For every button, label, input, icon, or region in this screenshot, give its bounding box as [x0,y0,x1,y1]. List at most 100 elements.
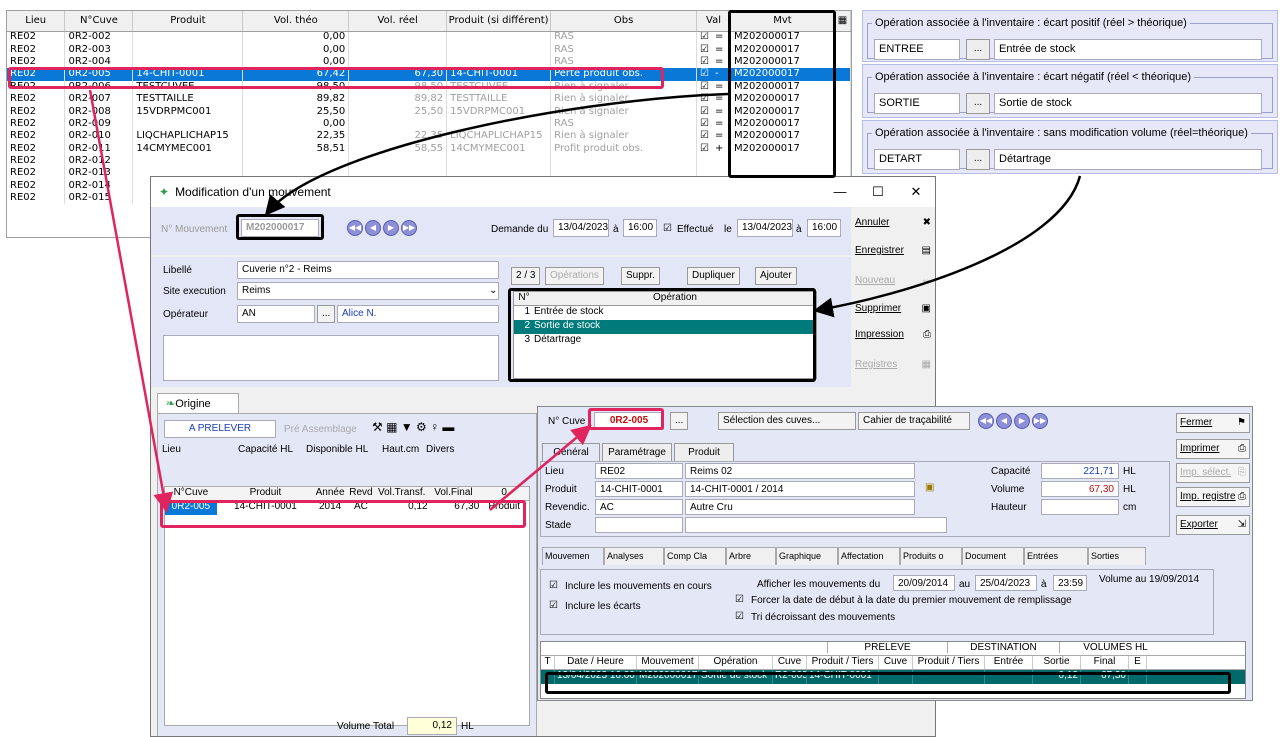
sub-tab-8[interactable]: Entrées [1024,547,1088,565]
op-neutral-code[interactable]: DETART [874,149,960,170]
tool-icons[interactable]: ⚒ ▦ ▼ ⚙ ♀ ▬ [372,420,454,434]
demande-date[interactable]: 13/04/2023 [553,219,609,237]
date-to[interactable]: 25/04/2023 [975,575,1037,591]
table-row[interactable]: RE02 0R2-002 0,00 RAS ☑ = M202000017 [7,31,851,44]
col-header[interactable]: Produit (si différent) [446,11,552,32]
movements-col-header[interactable]: Produit / Tiers [807,656,879,669]
notes-textarea[interactable] [163,335,499,381]
val-checkbox[interactable]: ☑ [700,44,709,55]
movements-col-header[interactable]: Produit / Tiers [913,656,985,669]
origine-grid-header[interactable]: Vol.Transf. [376,487,428,500]
origine-grid[interactable]: N°Cuve Produit Année Revd Vol.Transf. Vol.Fin… [164,486,530,726]
sub-tab-4[interactable]: Graphique [776,547,838,565]
operations-button[interactable]: Opérations [545,267,604,285]
op-negative-code[interactable]: SORTIE [874,93,960,114]
prev-icon[interactable]: ◀ [365,220,381,236]
cuve-side-button-3[interactable]: Imp. registre ⎙ [1176,487,1250,507]
op-positive-browse-button[interactable]: ... [966,39,990,60]
minimize-icon[interactable]: — [821,184,859,200]
side-button-4[interactable]: Impression ⎙ [855,329,931,340]
lieu-field[interactable]: RE02 [595,463,683,479]
table-row[interactable]: RE02 0R2-011 14CMYMEC001 58,51 58,55 14CMYMEC… [7,142,851,155]
ajouter-button[interactable]: Ajouter [755,267,797,285]
last-icon[interactable]: ▶▶ [401,220,417,236]
operation-row[interactable]: 3 Détartrage [514,334,816,348]
side-button-5[interactable]: Registres ▦ [855,359,931,370]
col-header[interactable]: Obs [550,11,698,32]
val-checkbox[interactable]: ☑ [700,130,709,141]
val-checkbox[interactable]: ☑ [700,56,709,67]
libelle-field[interactable]: Cuverie n°2 - Reims [237,261,499,279]
table-row[interactable]: RE02 0R2-010 LIQCHAPLICHAP15 22,35 22,35 LIQC… [7,130,851,143]
operations-list[interactable]: N° Opération 1 Entrée de stock 2 Sortie de s… [513,291,817,379]
movements-col-header[interactable]: Opération [699,656,773,669]
origine-grid-header[interactable]: 0 [479,487,529,500]
sub-tab-5[interactable]: Affectation [838,547,900,565]
operation-row[interactable]: 2 Sortie de stock [514,320,816,334]
cuve-side-button-4[interactable]: Exporter ⇲ [1176,515,1250,535]
table-row[interactable]: RE02 0R2-006 TESTCUVEE 98,50 98,50 TESTCUVEE R… [7,80,851,93]
movements-col-header[interactable]: T [541,656,555,669]
sub-tab-6[interactable]: Produits o [900,547,962,565]
movement-number-field[interactable]: M202000017 [241,219,319,237]
selection-cuves-button[interactable]: Sélection des cuves... [718,412,856,430]
side-button-2[interactable]: Nouveau ⇔ [855,275,931,286]
cuve-side-button-2[interactable]: Imp. sélect. ⎘ [1176,463,1250,483]
site-select[interactable]: Reims [237,282,499,300]
movements-col-header[interactable]: E [1129,656,1147,669]
val-checkbox[interactable]: ☑ [700,143,709,154]
sub-tab-0[interactable]: Mouvemen [542,547,604,565]
val-checkbox[interactable]: ☑ [700,31,709,42]
maximize-icon[interactable]: ☐ [859,184,897,200]
val-checkbox[interactable]: ☑ [700,106,709,117]
table-row[interactable]: RE02 0R2-003 0,00 RAS ☑ = M202000017 [7,43,851,56]
cahier-tracabilite-button[interactable]: Cahier de traçabilité [858,412,970,430]
effectue-date[interactable]: 13/04/2023 [737,219,793,237]
movements-col-header[interactable]: Final [1081,656,1129,669]
side-button-3[interactable]: Supprimer ▣ [855,303,931,314]
table-row[interactable]: RE02 0R2-009 0,00 RAS ☑ = M202000017 [7,117,851,131]
operation-row[interactable]: 1 Entrée de stock [514,306,816,320]
cuve-first-icon[interactable]: ◀◀ [978,413,994,429]
origine-grid-header[interactable]: Revd [346,487,376,500]
table-row[interactable]: RE02 0R2-005 14-CHIT-0001 67,42 67,30 14-CHIT… [7,68,851,81]
movements-col-header[interactable]: Cuve [773,656,807,669]
table-row[interactable]: RE02 0R2-012 [7,154,851,168]
chk-ecarts[interactable]: ☑ [549,600,558,611]
table-row[interactable]: RE02 0R2-004 0,00 RAS ☑ = M202000017 [7,55,851,69]
col-header[interactable]: Vol. réel [348,11,448,32]
cuve-tab-2[interactable]: Produit [674,443,734,461]
cuve-tab-1[interactable]: Paramétrage [602,443,672,461]
origine-grid-header[interactable]: Produit [217,487,314,500]
operateur-browse-button[interactable]: ... [317,305,335,323]
effectue-time[interactable]: 16:00 [807,219,841,237]
origine-grid-header[interactable]: Année [314,487,346,500]
col-header[interactable]: Mvt [730,11,835,32]
ncuve-browse-button[interactable]: ... [670,412,689,430]
cuve-side-button-1[interactable]: Imprimer ⎙ [1176,439,1250,459]
sub-tab-7[interactable]: Document [962,547,1024,565]
chevron-down-icon[interactable]: ⌄ [489,285,497,296]
chk-forcer[interactable]: ☑ [735,594,744,605]
aprelever-field[interactable]: A PRELEVER [164,420,276,438]
origine-grid-header[interactable]: Vol.Final [428,487,480,500]
val-checkbox[interactable]: ☑ [700,81,709,92]
movements-col-header[interactable]: Entrée [985,656,1033,669]
produit-field[interactable]: 14-CHIT-0001 [595,481,683,497]
val-checkbox[interactable]: ☑ [700,68,709,79]
cuve-last-icon[interactable]: ▶▶ [1032,413,1048,429]
origine-grid-header[interactable]: N°Cuve [165,487,217,500]
first-icon[interactable]: ◀◀ [347,220,363,236]
op-neutral-browse-button[interactable]: ... [966,149,990,170]
movements-col-header[interactable]: Mouvement [637,656,699,669]
movements-col-header[interactable]: Date / Heure [555,656,637,669]
val-checkbox[interactable]: ☑ [700,93,709,104]
col-header[interactable]: Vol. théo [242,11,350,32]
close-icon[interactable]: ✕ [897,184,935,200]
ncuve-field[interactable]: 0R2-005 [594,412,664,430]
book-icon[interactable]: ▣ [925,482,934,493]
cuve-prev-icon[interactable]: ◀ [996,413,1012,429]
op-negative-browse-button[interactable]: ... [966,93,990,114]
sub-tab-9[interactable]: Sorties [1088,547,1146,565]
side-button-1[interactable]: Enregistrer ▤ [855,245,931,256]
